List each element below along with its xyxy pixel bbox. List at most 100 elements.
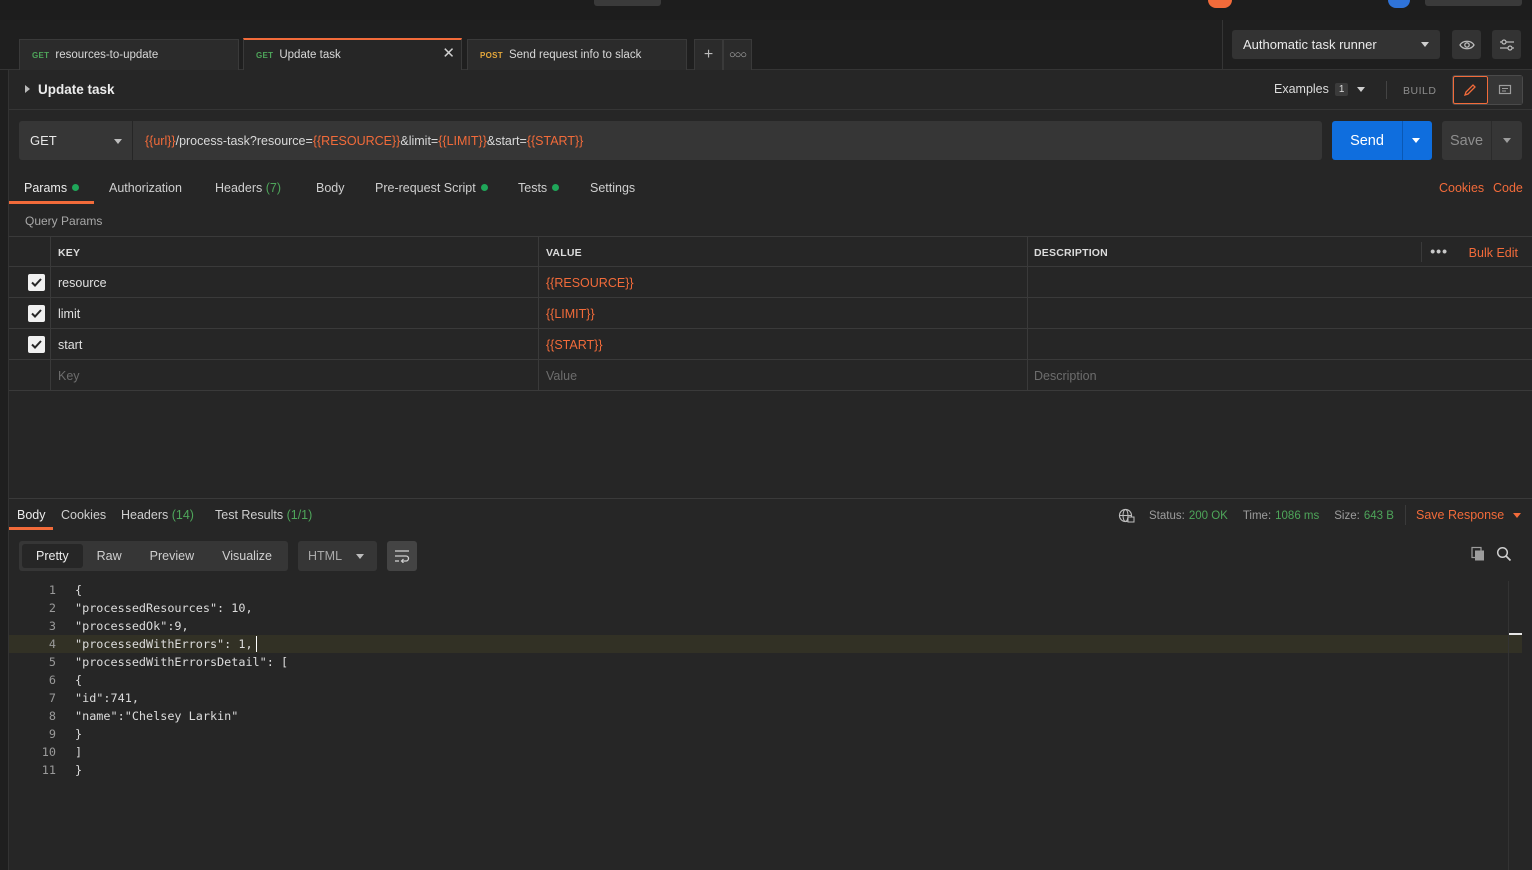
- tab-update-task[interactable]: GET Update task ✕: [243, 38, 462, 70]
- chevron-down-icon[interactable]: [1412, 138, 1420, 143]
- new-key-input[interactable]: Key: [50, 360, 539, 391]
- close-icon[interactable]: ✕: [442, 46, 455, 62]
- response-tab-test-results[interactable]: Test Results (1/1): [215, 508, 312, 522]
- tab-settings[interactable]: Settings: [590, 181, 635, 195]
- request-title[interactable]: Update task: [38, 82, 115, 97]
- tab-label: Send request info to slack: [508, 49, 642, 61]
- param-value[interactable]: {{LIMIT}}: [538, 298, 1027, 329]
- param-key[interactable]: resource: [50, 267, 539, 298]
- response-tab-cookies[interactable]: Cookies: [61, 508, 106, 522]
- format-select[interactable]: HTML: [298, 541, 377, 571]
- divider: [1402, 121, 1403, 160]
- upgrade-button[interactable]: [1425, 0, 1522, 6]
- copy-icon[interactable]: [1470, 546, 1486, 562]
- new-description-input[interactable]: Description: [1027, 360, 1532, 391]
- view-visualize[interactable]: Visualize: [208, 541, 286, 571]
- row-checkbox[interactable]: [28, 274, 45, 291]
- search-icon[interactable]: [1496, 546, 1512, 562]
- row-checkbox[interactable]: [28, 336, 45, 353]
- status-dot: [552, 184, 560, 191]
- tab-send-request-info[interactable]: POST Send request info to slack: [467, 39, 687, 70]
- examples-count: 1: [1334, 82, 1349, 96]
- param-value[interactable]: {{START}}: [538, 329, 1027, 360]
- tab-resources-to-update[interactable]: GET resources-to-update: [19, 39, 239, 70]
- wrap-lines-button[interactable]: [387, 541, 417, 571]
- sidebar-edge: [0, 70, 9, 870]
- tab-prerequest-label: Pre-request Script: [375, 181, 476, 195]
- more-icon[interactable]: •••: [1430, 243, 1448, 259]
- globe-icon[interactable]: [1118, 508, 1135, 523]
- view-raw[interactable]: Raw: [83, 541, 136, 571]
- edit-mode-button[interactable]: [1453, 76, 1488, 104]
- view-pretty[interactable]: Pretty: [22, 544, 83, 568]
- method-select[interactable]: GET: [19, 121, 132, 160]
- time-value[interactable]: 1086 ms: [1275, 510, 1319, 522]
- save-button[interactable]: Save: [1442, 121, 1522, 160]
- scrollbar-thumb[interactable]: [1509, 633, 1522, 635]
- column-key: KEY: [50, 237, 539, 268]
- cookies-link[interactable]: Cookies: [1439, 181, 1484, 195]
- table-row-new: Key Value Description: [9, 360, 1532, 391]
- response-tab-body[interactable]: Body: [17, 508, 46, 522]
- comments-button[interactable]: [1487, 76, 1522, 104]
- status-dot: [72, 184, 80, 191]
- code-line: 2 "processedResources": 10,: [9, 599, 1522, 617]
- line-number: 5: [48, 655, 56, 669]
- tab-params[interactable]: Params: [24, 181, 80, 195]
- editor-scrollbar[interactable]: [1508, 581, 1522, 870]
- tab-params-label: Params: [24, 181, 68, 195]
- send-label: Send: [1350, 132, 1384, 149]
- line-number: 9: [48, 727, 56, 741]
- code-text: "name":"Chelsey Larkin": [75, 709, 239, 723]
- code-text: {: [75, 583, 83, 597]
- response-headers-count: (14): [171, 508, 194, 522]
- code-line: 6{: [9, 671, 1522, 689]
- url-variable: {{url}}: [145, 133, 176, 148]
- environment-quick-look-button[interactable]: [1452, 30, 1481, 59]
- query-params-table: KEY VALUE DESCRIPTION ••• Bulk Edit reso…: [9, 236, 1532, 392]
- line-number: 10: [41, 745, 56, 759]
- bulk-edit-link[interactable]: Bulk Edit: [1469, 246, 1518, 260]
- status-value[interactable]: 200 OK: [1189, 510, 1228, 522]
- view-preview[interactable]: Preview: [136, 541, 208, 571]
- param-description[interactable]: [1027, 267, 1532, 298]
- more-icon: ○○○: [729, 49, 747, 61]
- row-checkbox[interactable]: [28, 305, 45, 322]
- send-button[interactable]: Send: [1332, 121, 1432, 160]
- caret-right-icon[interactable]: [25, 85, 30, 93]
- table-row: start {{START}}: [9, 329, 1532, 360]
- tab-prerequest-script[interactable]: Pre-request Script: [375, 181, 488, 195]
- response-tab-headers[interactable]: Headers (14): [121, 508, 194, 522]
- avatar[interactable]: [1208, 0, 1232, 8]
- code-line: 3 "processedOk":9,: [9, 617, 1522, 635]
- user-icon[interactable]: [1388, 0, 1410, 8]
- response-body-editor[interactable]: 1{2 "processedResources": 10, 3 "processedO…: [9, 580, 1522, 870]
- param-key[interactable]: start: [50, 329, 539, 360]
- save-response-button[interactable]: Save Response: [1416, 508, 1522, 522]
- param-description[interactable]: [1027, 329, 1532, 360]
- tab-options-button[interactable]: ○○○: [723, 39, 752, 70]
- param-value[interactable]: {{RESOURCE}}: [538, 267, 1027, 298]
- new-tab-button[interactable]: +: [694, 39, 723, 70]
- tab-body[interactable]: Body: [316, 181, 345, 195]
- build-label: BUILD: [1403, 85, 1437, 97]
- manage-environments-button[interactable]: [1492, 30, 1521, 59]
- code-link[interactable]: Code: [1493, 181, 1523, 195]
- save-response-label: Save Response: [1416, 508, 1505, 522]
- table-row: limit {{LIMIT}}: [9, 298, 1532, 329]
- table-header: KEY VALUE DESCRIPTION ••• Bulk Edit: [9, 236, 1532, 268]
- chevron-down-icon[interactable]: [1503, 138, 1511, 143]
- param-description[interactable]: [1027, 298, 1532, 329]
- eye-icon: [1458, 40, 1475, 49]
- new-value-input[interactable]: Value: [538, 360, 1027, 391]
- url-input[interactable]: {{url}}/process-task?resource= {{RESOURCE…: [133, 121, 1322, 160]
- query-params-label: Query Params: [25, 214, 103, 228]
- environment-select[interactable]: Authomatic task runner: [1232, 30, 1440, 59]
- size-value[interactable]: 643 B: [1364, 510, 1394, 522]
- header-search-box[interactable]: [594, 0, 661, 6]
- examples-dropdown[interactable]: Examples 1: [1274, 82, 1366, 96]
- tab-authorization[interactable]: Authorization: [109, 181, 182, 195]
- tab-headers[interactable]: Headers (7): [215, 181, 281, 195]
- tab-tests[interactable]: Tests: [518, 181, 560, 195]
- param-key[interactable]: limit: [50, 298, 539, 329]
